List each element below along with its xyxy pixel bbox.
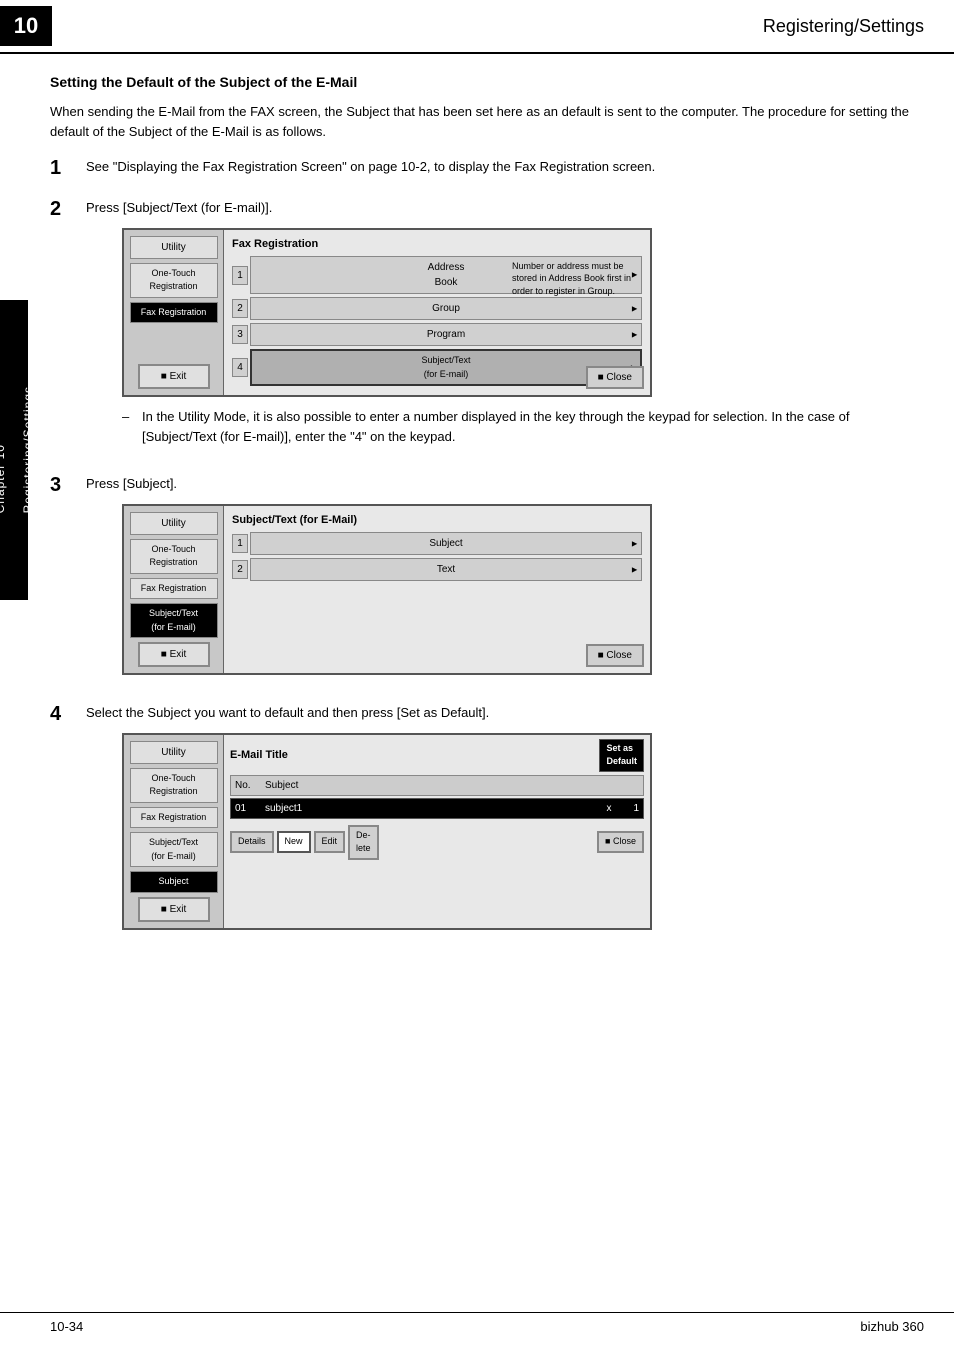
screen3-onetouch-btn[interactable]: One-TouchRegistration xyxy=(130,768,218,803)
screen1-faxreg-btn[interactable]: Fax Registration xyxy=(130,302,218,324)
screen1-row4: 4 Subject/Text(for E-mail)► xyxy=(232,349,642,386)
screen3-faxreg-btn[interactable]: Fax Registration xyxy=(130,807,218,829)
page-footer: 10-34 bizhub 360 xyxy=(0,1312,954,1334)
header: 10 Registering/Settings xyxy=(0,0,954,54)
screen1-onetouch-btn[interactable]: One-TouchRegistration xyxy=(130,263,218,298)
screen3-exit-btn[interactable]: ■ Exit xyxy=(138,897,210,922)
side-label-text: Registering/SettingsChapter 10 xyxy=(0,386,35,513)
screen2-wrapper: Utility One-TouchRegistration Fax Regist… xyxy=(122,504,924,676)
email-row-num: 1 xyxy=(619,801,639,816)
header-title: Registering/Settings xyxy=(763,16,924,37)
details-btn[interactable]: Details xyxy=(230,831,274,853)
screen1-exit-btn[interactable]: ■ Exit xyxy=(138,364,210,389)
screen1-num4: 4 xyxy=(232,358,248,377)
screen2-main: Subject/Text (for E-Mail) 1 Subject► 2 T… xyxy=(224,506,650,674)
intro-text: When sending the E-Mail from the FAX scr… xyxy=(50,102,924,141)
screen1-sidebar: Utility One-TouchRegistration Fax Regist… xyxy=(124,230,224,396)
screen3-utility-btn[interactable]: Utility xyxy=(130,741,218,764)
screen1-close-btn[interactable]: ■ Close xyxy=(586,366,644,389)
screen2-sidebar: Utility One-TouchRegistration Fax Regist… xyxy=(124,506,224,674)
screen2-exit-btn[interactable]: ■ Exit xyxy=(138,642,210,667)
note-dash: – xyxy=(122,407,142,446)
note-text: In the Utility Mode, it is also possible… xyxy=(142,407,924,446)
screen2-title: Subject/Text (for E-Mail) xyxy=(232,512,642,529)
page: 10 Registering/Settings Registering/Sett… xyxy=(0,0,954,1352)
screen1-num1: 1 xyxy=(232,266,248,285)
page-number: 10-34 xyxy=(50,1319,83,1334)
screen3-table-header: No. Subject xyxy=(230,775,644,796)
step-1-content: See "Displaying the Fax Registration Scr… xyxy=(86,157,924,177)
screen2-close-btn[interactable]: ■ Close xyxy=(586,644,644,667)
step-2-number: 2 xyxy=(50,198,86,221)
screen2-faxreg-btn[interactable]: Fax Registration xyxy=(130,578,218,600)
new-btn[interactable]: New xyxy=(277,831,311,853)
screen3-row1[interactable]: 01 subject1 x 1 xyxy=(230,798,644,819)
step-4-text: Select the Subject you want to default a… xyxy=(86,705,489,720)
screen2-num1: 1 xyxy=(232,534,248,553)
screen3-header: E-Mail Title Set asDefault xyxy=(230,739,644,772)
screen3-sidebar: Utility One-TouchRegistration Fax Regist… xyxy=(124,735,224,928)
step-2-content: Press [Subject/Text (for E-mail)]. Utili… xyxy=(86,198,924,456)
screen3-main: E-Mail Title Set asDefault No. Subject 0… xyxy=(224,735,650,928)
col-header-no: No. xyxy=(235,778,265,793)
screen1-mockup: Utility One-TouchRegistration Fax Regist… xyxy=(122,228,652,398)
screen2-utility-btn[interactable]: Utility xyxy=(130,512,218,535)
screen1-num3: 3 xyxy=(232,325,248,344)
step-1: 1 See "Displaying the Fax Registration S… xyxy=(50,157,924,180)
screen2-subjecttext-btn[interactable]: Subject/Text(for E-mail) xyxy=(130,603,218,638)
set-default-btn[interactable]: Set asDefault xyxy=(599,739,644,772)
step-4: 4 Select the Subject you want to default… xyxy=(50,703,924,940)
screen1-program-btn[interactable]: Program► xyxy=(250,323,642,346)
screen2-onetouch-btn[interactable]: One-TouchRegistration xyxy=(130,539,218,574)
step-3-text: Press [Subject]. xyxy=(86,476,177,491)
screen2-text-btn[interactable]: Text► xyxy=(250,558,642,581)
screen3-mockup: Utility One-TouchRegistration Fax Regist… xyxy=(122,733,652,930)
chapter-number: 10 xyxy=(0,6,52,46)
screen2-row1: 1 Subject► xyxy=(232,532,642,555)
screen1-row2: 2 Group► xyxy=(232,297,642,320)
screen2-num2: 2 xyxy=(232,560,248,579)
step-3-content: Press [Subject]. Utility One-TouchRegist… xyxy=(86,474,924,685)
screen3-bottom-bar: Details New Edit De-lete ■ Close xyxy=(230,825,644,860)
screen1-group-btn[interactable]: Group► xyxy=(250,297,642,320)
screen3-subjecttext-btn[interactable]: Subject/Text(for E-mail) xyxy=(130,832,218,867)
product-name: bizhub 360 xyxy=(860,1319,924,1334)
delete-btn[interactable]: De-lete xyxy=(348,825,379,860)
step-2-text: Press [Subject/Text (for E-mail)]. xyxy=(86,200,272,215)
step-3: 3 Press [Subject]. Utility One-TouchRegi… xyxy=(50,474,924,685)
screen3-subject-btn[interactable]: Subject xyxy=(130,871,218,893)
screen1-main: Fax Registration 1 AddressBook► 2 Group►… xyxy=(224,230,650,396)
screen3-title: E-Mail Title xyxy=(230,747,288,764)
screen1-utility-btn[interactable]: Utility xyxy=(130,236,218,259)
step-1-number: 1 xyxy=(50,157,86,180)
col-header-subject: Subject xyxy=(265,778,639,793)
edit-btn[interactable]: Edit xyxy=(314,831,346,853)
screen1-wrapper: Utility One-TouchRegistration Fax Regist… xyxy=(122,228,924,398)
screen1-subjecttext-btn[interactable]: Subject/Text(for E-mail)► xyxy=(250,349,642,386)
note-item: – In the Utility Mode, it is also possib… xyxy=(122,407,924,446)
section-heading: Setting the Default of the Subject of th… xyxy=(50,74,924,90)
screen1-num2: 2 xyxy=(232,299,248,318)
screen2-row2: 2 Text► xyxy=(232,558,642,581)
step-3-number: 3 xyxy=(50,474,86,497)
step-2: 2 Press [Subject/Text (for E-mail)]. Uti… xyxy=(50,198,924,456)
screen3-close-btn[interactable]: ■ Close xyxy=(597,831,644,853)
screen2-subject-btn[interactable]: Subject► xyxy=(250,532,642,555)
step-1-text: See "Displaying the Fax Registration Scr… xyxy=(86,159,655,174)
step-4-number: 4 xyxy=(50,703,86,726)
screen1-title: Fax Registration xyxy=(232,236,642,253)
step-4-content: Select the Subject you want to default a… xyxy=(86,703,924,940)
email-row-mark: x xyxy=(599,801,619,816)
screen2-mockup: Utility One-TouchRegistration Fax Regist… xyxy=(122,504,652,676)
email-row-subject: subject1 xyxy=(265,801,599,816)
screen1-row3: 3 Program► xyxy=(232,323,642,346)
side-chapter-label: Registering/SettingsChapter 10 xyxy=(0,300,28,600)
email-row-no: 01 xyxy=(235,801,265,816)
screen1-info-text: Number or address must be stored in Addr… xyxy=(512,260,642,298)
main-content: Setting the Default of the Subject of th… xyxy=(0,54,954,978)
screen3-wrapper: Utility One-TouchRegistration Fax Regist… xyxy=(122,733,924,930)
